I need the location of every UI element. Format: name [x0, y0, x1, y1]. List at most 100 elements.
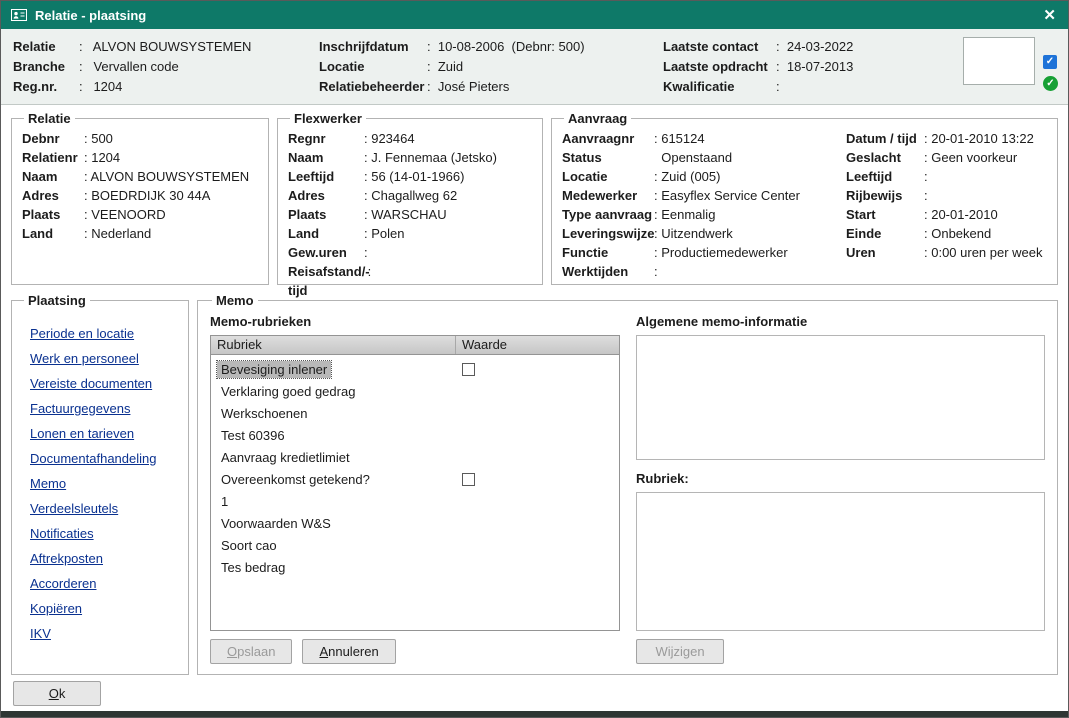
- plaatsing-link[interactable]: Periode en locatie: [30, 321, 178, 346]
- relatie-rows: Debnr : 500 Relatienr : 1204 Naam : ALVO…: [22, 129, 258, 243]
- algemene-memo-textarea[interactable]: [636, 335, 1045, 460]
- plaatsing-link[interactable]: Kopiëren: [30, 596, 178, 621]
- plaatsing-link[interactable]: Aftrekposten: [30, 546, 178, 571]
- plaatsing-link[interactable]: Vereiste documenten: [30, 371, 178, 396]
- memo-value-checkbox[interactable]: [462, 473, 475, 486]
- field-value: : 923464: [364, 129, 415, 148]
- flexwerker-rows: Regnr : 923464 Naam : J. Fennemaa (Jetsk…: [288, 129, 532, 300]
- memo-rubriek-text: Soort cao: [217, 537, 281, 554]
- field-row: Aanvraagnr : 615124: [562, 129, 846, 148]
- algemene-memo-label: Algemene memo-informatie: [636, 311, 1045, 333]
- opslaan-button[interactable]: Opslaan: [210, 639, 292, 664]
- field-label: Locatie: [319, 57, 427, 77]
- field-label: Plaats: [288, 205, 364, 224]
- field-label: Land: [288, 224, 364, 243]
- field-value: : Productiemedewerker: [654, 243, 788, 262]
- memo-table-row[interactable]: Bevesiging inlener: [211, 358, 619, 380]
- field-label: Geslacht: [846, 148, 924, 167]
- plaatsing-link[interactable]: Werk en personeel: [30, 346, 178, 371]
- memo-table-header: Rubriek Waarde: [211, 336, 619, 355]
- field-row: Plaats : WARSCHAU: [288, 205, 532, 224]
- field-value: : Polen: [364, 224, 404, 243]
- column-header-waarde: Waarde: [456, 336, 619, 354]
- memo-table-row[interactable]: Soort cao: [211, 534, 619, 556]
- field-label: Leeftijd: [288, 167, 364, 186]
- header-column-inschrijving: Inschrijfdatum : 10-08-2006 (Debnr: 500)…: [319, 37, 663, 98]
- button-label: nnuleren: [328, 644, 379, 659]
- memo-rubriek-text: Bevesiging inlener: [217, 361, 331, 378]
- field-row: Relatie : ALVON BOUWSYSTEMEN: [13, 37, 319, 57]
- titlebar[interactable]: Relatie - plaatsing ✕: [1, 1, 1068, 29]
- memo-table-row[interactable]: Aanvraag kredietlimiet: [211, 446, 619, 468]
- rubriek-label: Rubriek:: [636, 468, 1045, 490]
- memo-value-checkbox[interactable]: [462, 363, 475, 376]
- field-label: Debnr: [22, 129, 84, 148]
- field-row: Kwalificatie :: [663, 77, 955, 97]
- field-value: : Nederland: [84, 224, 151, 243]
- memo-waarde-cell: [456, 363, 619, 376]
- field-label: Gew.uren: [288, 243, 364, 262]
- field-label: Relatie: [13, 37, 79, 57]
- field-value: : 18-07-2013: [776, 57, 853, 77]
- field-row: Datum / tijd : 20-01-2010 13:22: [846, 129, 1047, 148]
- field-label: Branche: [13, 57, 79, 77]
- ok-button[interactable]: Ok: [13, 681, 101, 706]
- info-panels-row: Relatie Debnr : 500 Relatienr : 1204 Naa…: [11, 111, 1058, 285]
- field-row: Start : 20-01-2010: [846, 205, 1047, 224]
- memo-rubriek-cell: Verklaring goed gedrag: [211, 383, 456, 400]
- field-value: : Easyflex Service Center: [654, 186, 800, 205]
- button-label: O: [49, 686, 59, 701]
- field-row: Branche : Vervallen code: [13, 57, 319, 77]
- plaatsing-link[interactable]: Lonen en tarieven: [30, 421, 178, 446]
- field-value: : 10-08-2006 (Debnr: 500): [427, 37, 585, 57]
- field-value: : J. Fennemaa (Jetsko): [364, 148, 497, 167]
- memo-table-row[interactable]: Werkschoenen: [211, 402, 619, 424]
- green-status-check-icon: ✓: [1043, 76, 1058, 91]
- field-row: Rijbewijs :: [846, 186, 1047, 205]
- wijzigen-button[interactable]: Wijzigen: [636, 639, 724, 664]
- field-row: Werktijden :: [562, 262, 846, 281]
- memo-table-row[interactable]: Tes bedrag: [211, 556, 619, 578]
- field-label: Naam: [22, 167, 84, 186]
- field-label: Adres: [22, 186, 84, 205]
- plaatsing-panel: Plaatsing Periode en locatieWerk en pers…: [11, 293, 189, 675]
- close-icon[interactable]: ✕: [1041, 6, 1058, 24]
- flexwerker-panel: Flexwerker Regnr : 923464 Naam : J. Fenn…: [277, 111, 543, 285]
- memo-table-row[interactable]: Verklaring goed gedrag: [211, 380, 619, 402]
- memo-rubriek-text: Werkschoenen: [217, 405, 311, 422]
- plaatsing-link[interactable]: Memo: [30, 471, 178, 496]
- field-value: : Geen voorkeur: [924, 148, 1017, 167]
- memo-table-row[interactable]: Test 60396: [211, 424, 619, 446]
- rubriek-memo-textarea[interactable]: [636, 492, 1045, 631]
- annuleren-button[interactable]: Annuleren: [302, 639, 395, 664]
- field-value: : ALVON BOUWSYSTEMEN: [84, 167, 249, 186]
- memo-table-row[interactable]: Voorwaarden W&S: [211, 512, 619, 534]
- field-value: : Uitzendwerk: [654, 224, 733, 243]
- field-value: : Zuid: [427, 57, 463, 77]
- memo-rubriek-cell: Aanvraag kredietlimiet: [211, 449, 456, 466]
- field-value: : Onbekend: [924, 224, 991, 243]
- field-value: :: [654, 262, 658, 281]
- field-row: Locatie : Zuid: [319, 57, 663, 77]
- plaatsing-link[interactable]: Notificaties: [30, 521, 178, 546]
- field-label: Werktijden: [562, 262, 654, 281]
- plaatsing-link[interactable]: Documentafhandeling: [30, 446, 178, 471]
- field-row: Inschrijfdatum : 10-08-2006 (Debnr: 500): [319, 37, 663, 57]
- field-row: Adres : BOEDRDIJK 30 44A: [22, 186, 258, 205]
- window-title: Relatie - plaatsing: [35, 8, 146, 23]
- field-row: Einde : Onbekend: [846, 224, 1047, 243]
- field-value: : Chagallweg 62: [364, 186, 457, 205]
- plaatsing-link[interactable]: Factuurgegevens: [30, 396, 178, 421]
- memo-table-row[interactable]: 1: [211, 490, 619, 512]
- field-label: Adres: [288, 186, 364, 205]
- field-label: Datum / tijd: [846, 129, 924, 148]
- field-value: : ALVON BOUWSYSTEMEN: [79, 37, 251, 57]
- plaatsing-link[interactable]: Accorderen: [30, 571, 178, 596]
- field-label: Aanvraagnr: [562, 129, 654, 148]
- relatie-plaatsing-dialog: Relatie - plaatsing ✕ Relatie : ALVON BO…: [0, 0, 1069, 718]
- memo-table-row[interactable]: Overeenkomst getekend?: [211, 468, 619, 490]
- field-label: Leeftijd: [846, 167, 924, 186]
- plaatsing-link[interactable]: IKV: [30, 621, 178, 646]
- plaatsing-link[interactable]: Verdeelsleutels: [30, 496, 178, 521]
- plaatsing-legend: Plaatsing: [24, 293, 90, 308]
